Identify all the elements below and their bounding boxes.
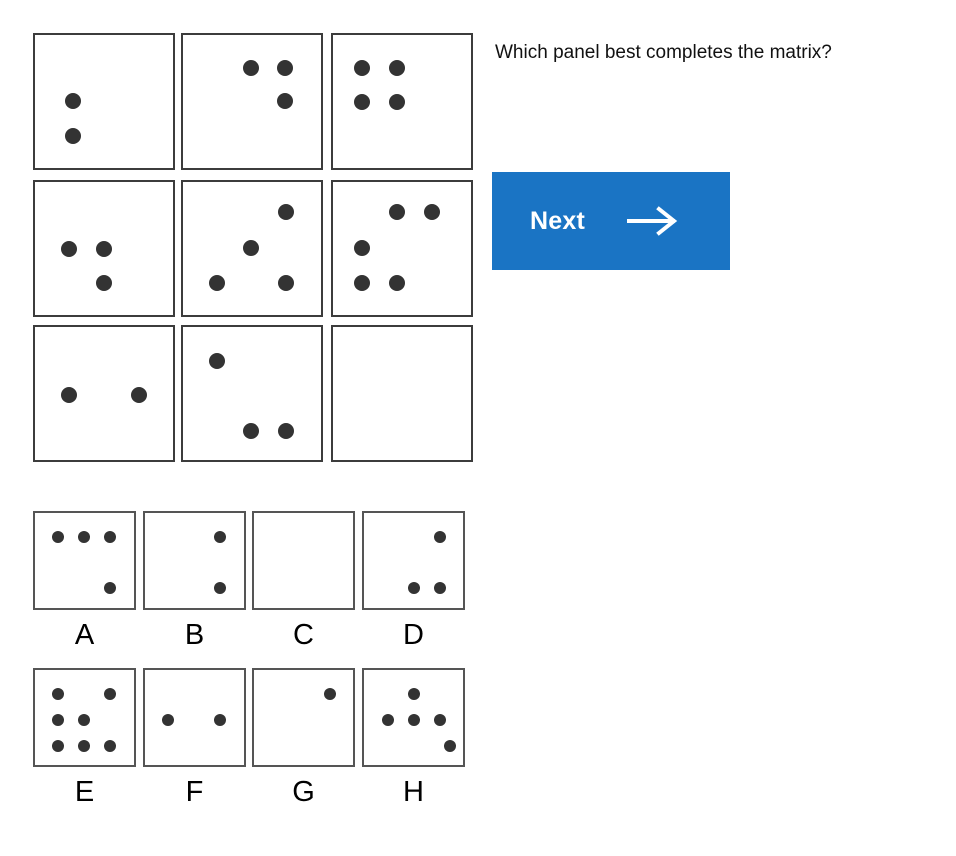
option-f-label: F (143, 776, 246, 808)
matrix-cell-r3c2 (181, 325, 323, 462)
option-a[interactable] (33, 511, 136, 610)
option-dot (78, 531, 90, 543)
matrix-dot (65, 128, 81, 144)
option-dot (52, 531, 64, 543)
matrix-dot (277, 93, 293, 109)
matrix-dot (278, 423, 294, 439)
matrix-dot (65, 93, 81, 109)
matrix-cell-r2c3 (331, 180, 473, 317)
option-b-label: B (143, 619, 246, 651)
next-button-label: Next (530, 207, 585, 236)
option-dot (52, 714, 64, 726)
matrix-dot (354, 60, 370, 76)
matrix-dot (96, 241, 112, 257)
option-dot (104, 740, 116, 752)
option-dot (78, 714, 90, 726)
matrix-cell-r1c1 (33, 33, 175, 170)
matrix-cell-r3c3 (331, 325, 473, 462)
matrix-dot (389, 60, 405, 76)
option-d-label: D (362, 619, 465, 651)
matrix-dot (243, 60, 259, 76)
option-dot (408, 714, 420, 726)
option-f[interactable] (143, 668, 246, 767)
matrix-cell-r1c2 (181, 33, 323, 170)
option-dot (444, 740, 456, 752)
option-dot (214, 714, 226, 726)
matrix-dot (389, 94, 405, 110)
matrix-dot (354, 240, 370, 256)
option-c-label: C (252, 619, 355, 651)
option-dot (408, 688, 420, 700)
option-dot (324, 688, 336, 700)
option-g[interactable] (252, 668, 355, 767)
option-dot (78, 740, 90, 752)
matrix-dot (278, 204, 294, 220)
matrix-dot (243, 240, 259, 256)
option-dot (434, 531, 446, 543)
matrix-dot (243, 423, 259, 439)
matrix-dot (424, 204, 440, 220)
matrix-dot (209, 275, 225, 291)
matrix-dot (354, 94, 370, 110)
option-dot (434, 714, 446, 726)
option-dot (434, 582, 446, 594)
matrix-dot (278, 275, 294, 291)
option-dot (104, 531, 116, 543)
matrix-cell-r3c1 (33, 325, 175, 462)
option-a-label: A (33, 619, 136, 651)
arrow-right-icon (627, 206, 679, 236)
matrix-dot (277, 60, 293, 76)
option-dot (104, 688, 116, 700)
option-dot (382, 714, 394, 726)
option-dot (408, 582, 420, 594)
option-dot (52, 688, 64, 700)
option-dot (104, 582, 116, 594)
option-g-label: G (252, 776, 355, 808)
matrix-dot (131, 387, 147, 403)
option-d[interactable] (362, 511, 465, 610)
option-h-label: H (362, 776, 465, 808)
option-dot (52, 740, 64, 752)
matrix-dot (209, 353, 225, 369)
matrix-dot (96, 275, 112, 291)
matrix-dot (61, 387, 77, 403)
page-title: Which panel best completes the matrix? (495, 40, 925, 66)
matrix-dot (389, 204, 405, 220)
option-dot (214, 531, 226, 543)
option-b[interactable] (143, 511, 246, 610)
puzzle-stage: ABCD EFGH Which panel best completes the … (0, 0, 956, 856)
next-button[interactable]: Next (492, 172, 730, 270)
option-c[interactable] (252, 511, 355, 610)
matrix-dot (61, 241, 77, 257)
option-dot (162, 714, 174, 726)
option-dot (214, 582, 226, 594)
option-e-label: E (33, 776, 136, 808)
matrix-dot (354, 275, 370, 291)
matrix-dot (389, 275, 405, 291)
